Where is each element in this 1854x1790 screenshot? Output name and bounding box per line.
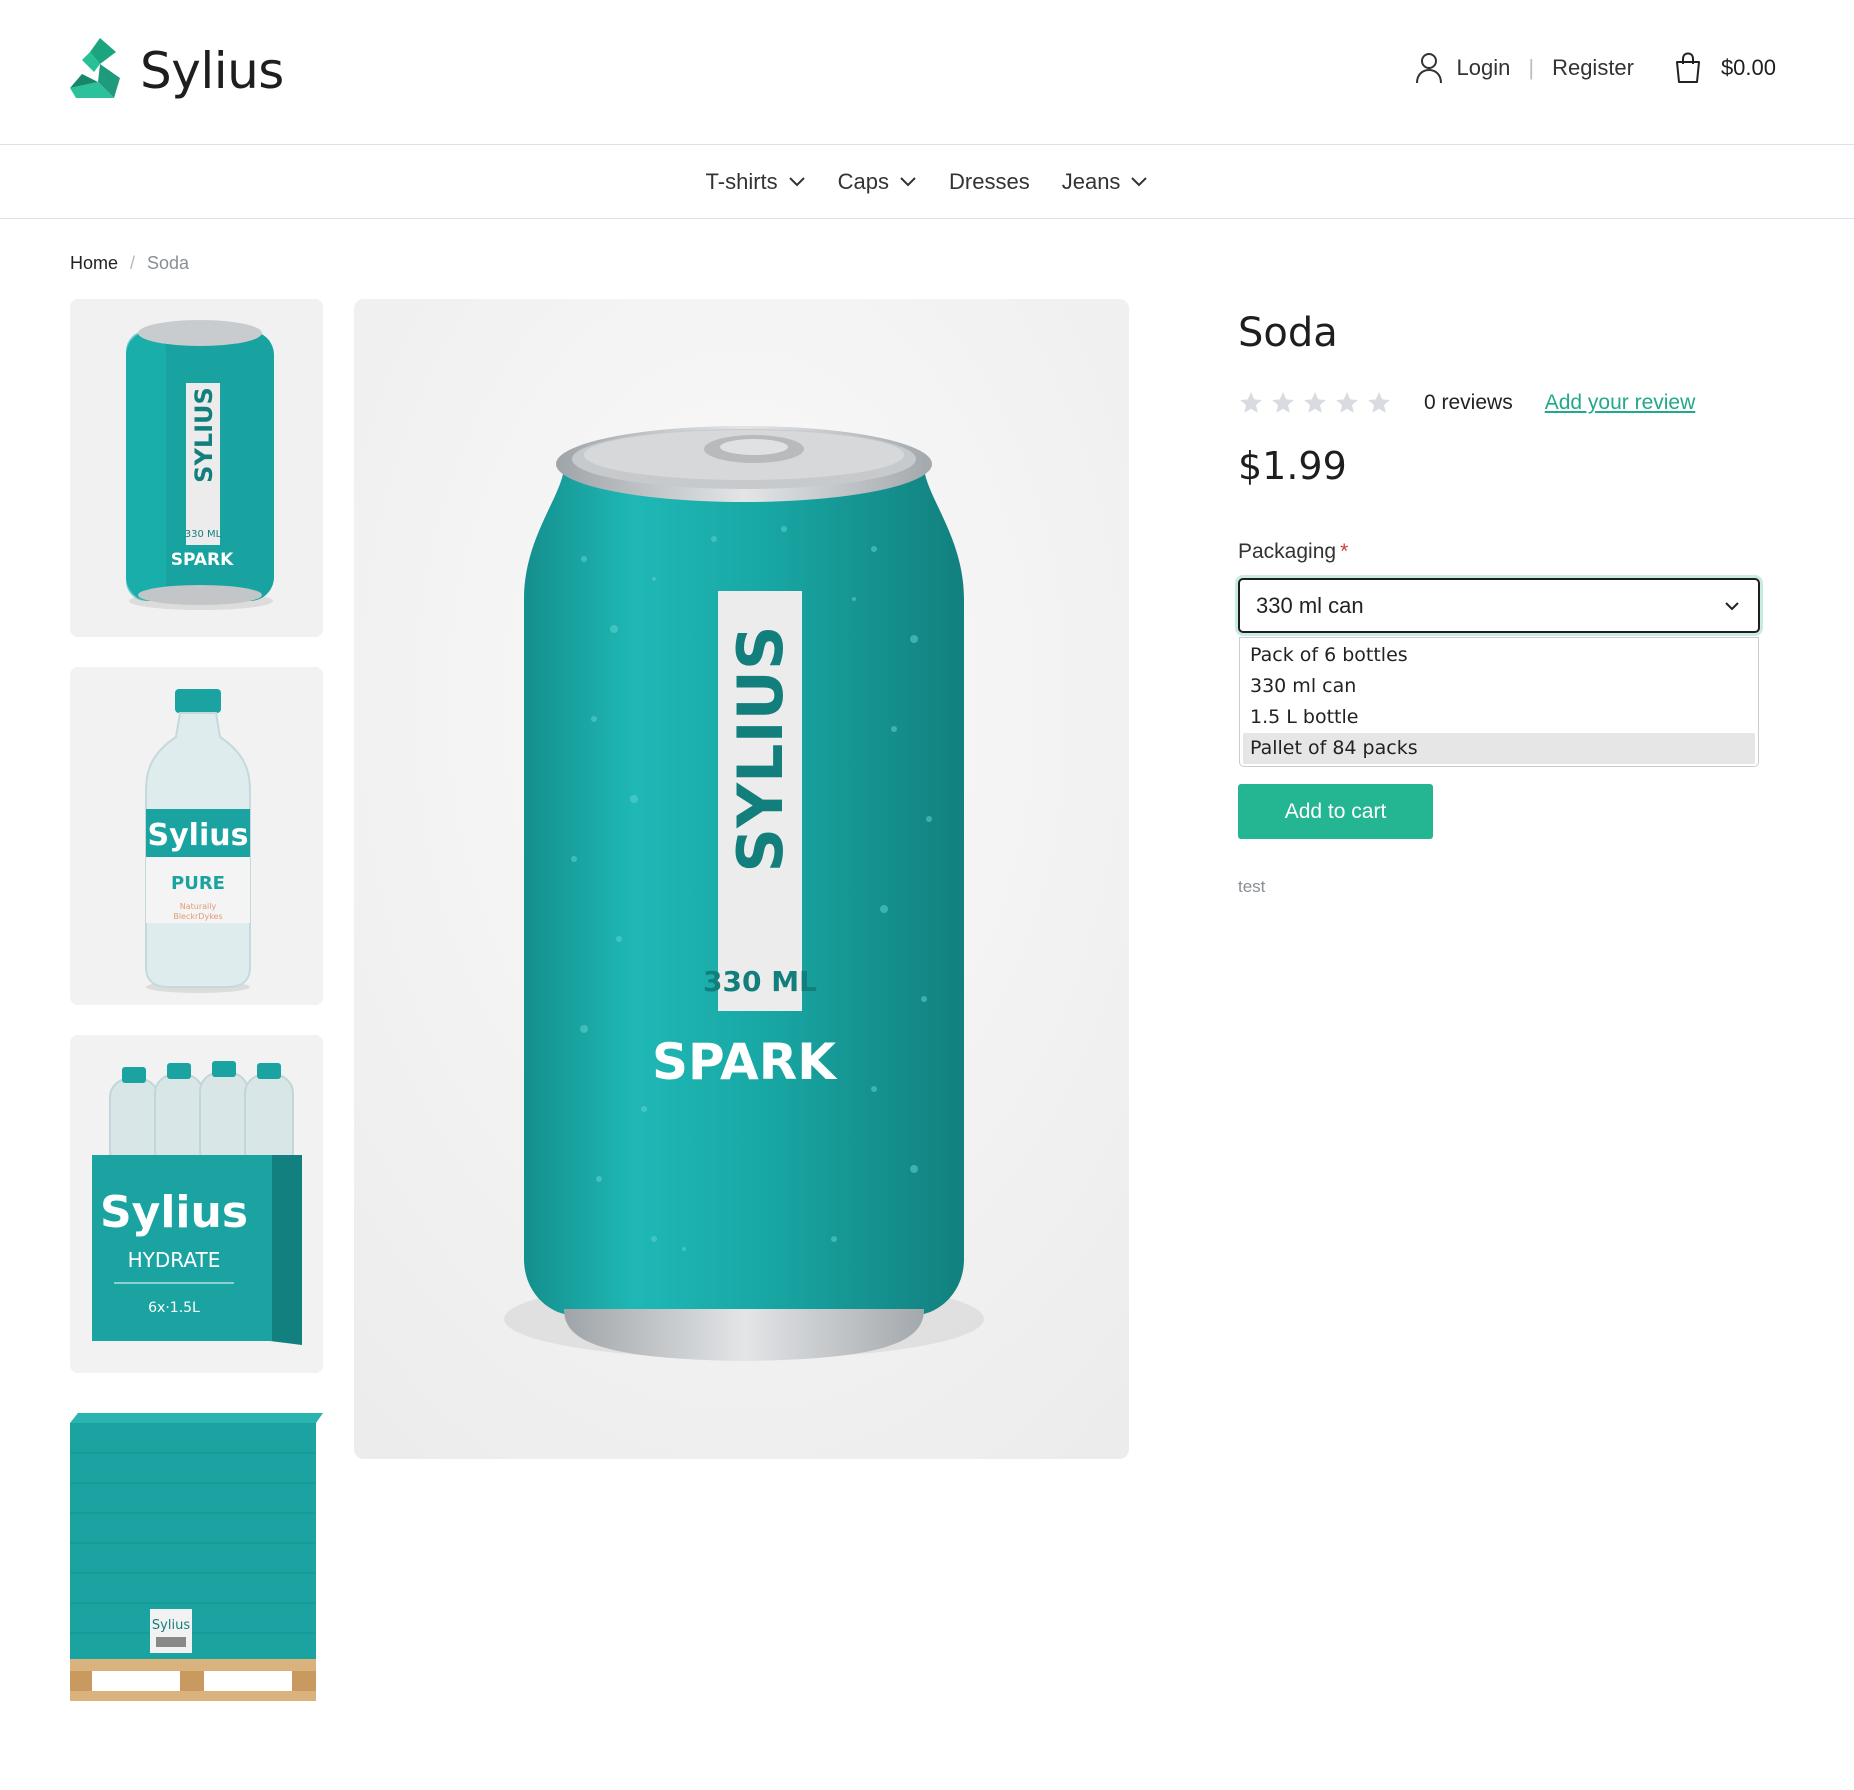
main-can-product-text: SPARK — [652, 1033, 838, 1091]
sylius-logo-icon — [70, 38, 120, 98]
packaging-option[interactable]: 1.5 L bottle — [1240, 702, 1758, 733]
bottle-brand-text: Sylius — [148, 818, 249, 853]
main-navigation: T-shirts Caps Dresses Jeans — [0, 145, 1854, 219]
product-main-image[interactable]: SYLIUS 330 ML SPARK — [354, 299, 1129, 1459]
pack-size-text: 6x·1.5L — [148, 1300, 200, 1316]
bottle-tagline-text: Naturally — [180, 902, 217, 911]
chevron-down-icon — [788, 176, 805, 186]
shopping-bag-icon — [1675, 52, 1700, 83]
star-rating — [1238, 390, 1398, 416]
product-description: test — [1238, 877, 1266, 896]
chevron-down-icon — [1131, 176, 1148, 186]
product-price: $1.99 — [1238, 444, 1347, 488]
can-product-text: SPARK — [171, 550, 234, 570]
site-header: Sylius Login | Register $0.00 — [0, 0, 1854, 145]
packaging-option[interactable]: Pack of 6 bottles — [1240, 640, 1758, 671]
pack-brand-text: Sylius — [100, 1187, 248, 1238]
rating-row: 0 reviews Add your review — [1238, 390, 1760, 416]
pallet-thumbnail-image: Sylius — [70, 1403, 323, 1741]
pallet-thumbnail[interactable]: Sylius — [70, 1403, 323, 1741]
packaging-option-hovered[interactable]: Pallet of 84 packs — [1243, 733, 1755, 764]
can-volume-text: 330 ML — [185, 529, 222, 540]
main-can-volume-text: 330 ML — [703, 965, 817, 998]
star-icon — [1240, 392, 1262, 413]
nav-item-label: Jeans — [1061, 168, 1121, 194]
nav-item-label: T-shirts — [705, 168, 778, 194]
can-thumbnail-image: SYLIUS 330 ML SPARK — [70, 299, 323, 637]
add-to-cart-button[interactable]: Add to cart — [1238, 784, 1433, 839]
breadcrumb-separator: / — [130, 253, 136, 273]
cart-total: $0.00 — [1720, 55, 1776, 80]
can-main-image: SYLIUS 330 ML SPARK — [354, 299, 1129, 1459]
six-pack-thumbnail-image: Sylius HYDRATE 6x·1.5L — [70, 1035, 323, 1373]
packaging-select[interactable]: 330 ml can — [1238, 578, 1760, 633]
packaging-selected-value: 330 ml can — [1256, 592, 1364, 618]
bottle-sub-text: BleckrDykes — [173, 912, 222, 921]
bottle-thumbnail[interactable]: Sylius PURE Naturally BleckrDykes — [70, 667, 323, 1005]
account-links: Login | Register — [1415, 52, 1634, 84]
packaging-option[interactable]: 330 ml can — [1240, 671, 1758, 702]
required-marker: * — [1340, 540, 1349, 563]
cart-button[interactable]: $0.00 — [1673, 52, 1776, 84]
user-icon — [1415, 53, 1442, 84]
logo-link[interactable]: Sylius — [70, 38, 284, 104]
bottle-product-text: PURE — [171, 873, 225, 894]
register-link[interactable]: Register — [1552, 55, 1634, 81]
nav-item-t-shirts[interactable]: T-shirts — [706, 169, 806, 195]
packaging-label-text: Packaging — [1238, 540, 1337, 563]
packaging-options-list: Pack of 6 bottles 330 ml can 1.5 L bottl… — [1239, 637, 1759, 767]
breadcrumb-current: Soda — [147, 253, 190, 273]
pallet-brand-text: Sylius — [152, 1618, 190, 1633]
six-pack-thumbnail[interactable]: Sylius HYDRATE 6x·1.5L — [70, 1035, 323, 1373]
bottle-thumbnail-image: Sylius PURE Naturally BleckrDykes — [70, 667, 323, 1005]
breadcrumb: Home / Soda — [70, 253, 189, 274]
nav-item-dresses[interactable]: Dresses — [949, 169, 1030, 195]
main-can-brand-text: SYLIUS — [724, 625, 797, 872]
add-review-link[interactable]: Add your review — [1545, 391, 1696, 415]
nav-item-jeans[interactable]: Jeans — [1062, 169, 1149, 195]
logo-text: Sylius — [140, 42, 284, 100]
account-separator: | — [1528, 55, 1535, 80]
login-link[interactable]: Login — [1457, 55, 1511, 81]
can-brand-text: SYLIUS — [190, 387, 218, 483]
star-icon — [1368, 392, 1390, 413]
reviews-count: 0 reviews — [1424, 391, 1513, 414]
nav-item-label: Caps — [837, 168, 890, 194]
can-thumbnail[interactable]: SYLIUS 330 ML SPARK — [70, 299, 323, 637]
chevron-down-icon — [1725, 602, 1739, 611]
product-info: Soda 0 reviews Add your review $1.99 Pac… — [1238, 310, 1760, 897]
nav-item-label: Dresses — [949, 168, 1030, 194]
chevron-down-icon — [900, 176, 916, 186]
product-title: Soda — [1238, 310, 1338, 356]
star-icon — [1304, 392, 1326, 413]
breadcrumb-home-link[interactable]: Home — [70, 253, 118, 274]
star-icon — [1272, 392, 1294, 413]
packaging-label: Packaging * — [1238, 540, 1760, 564]
nav-item-caps[interactable]: Caps — [838, 169, 917, 195]
pack-product-text: HYDRATE — [128, 1248, 221, 1272]
star-icon — [1336, 392, 1358, 413]
